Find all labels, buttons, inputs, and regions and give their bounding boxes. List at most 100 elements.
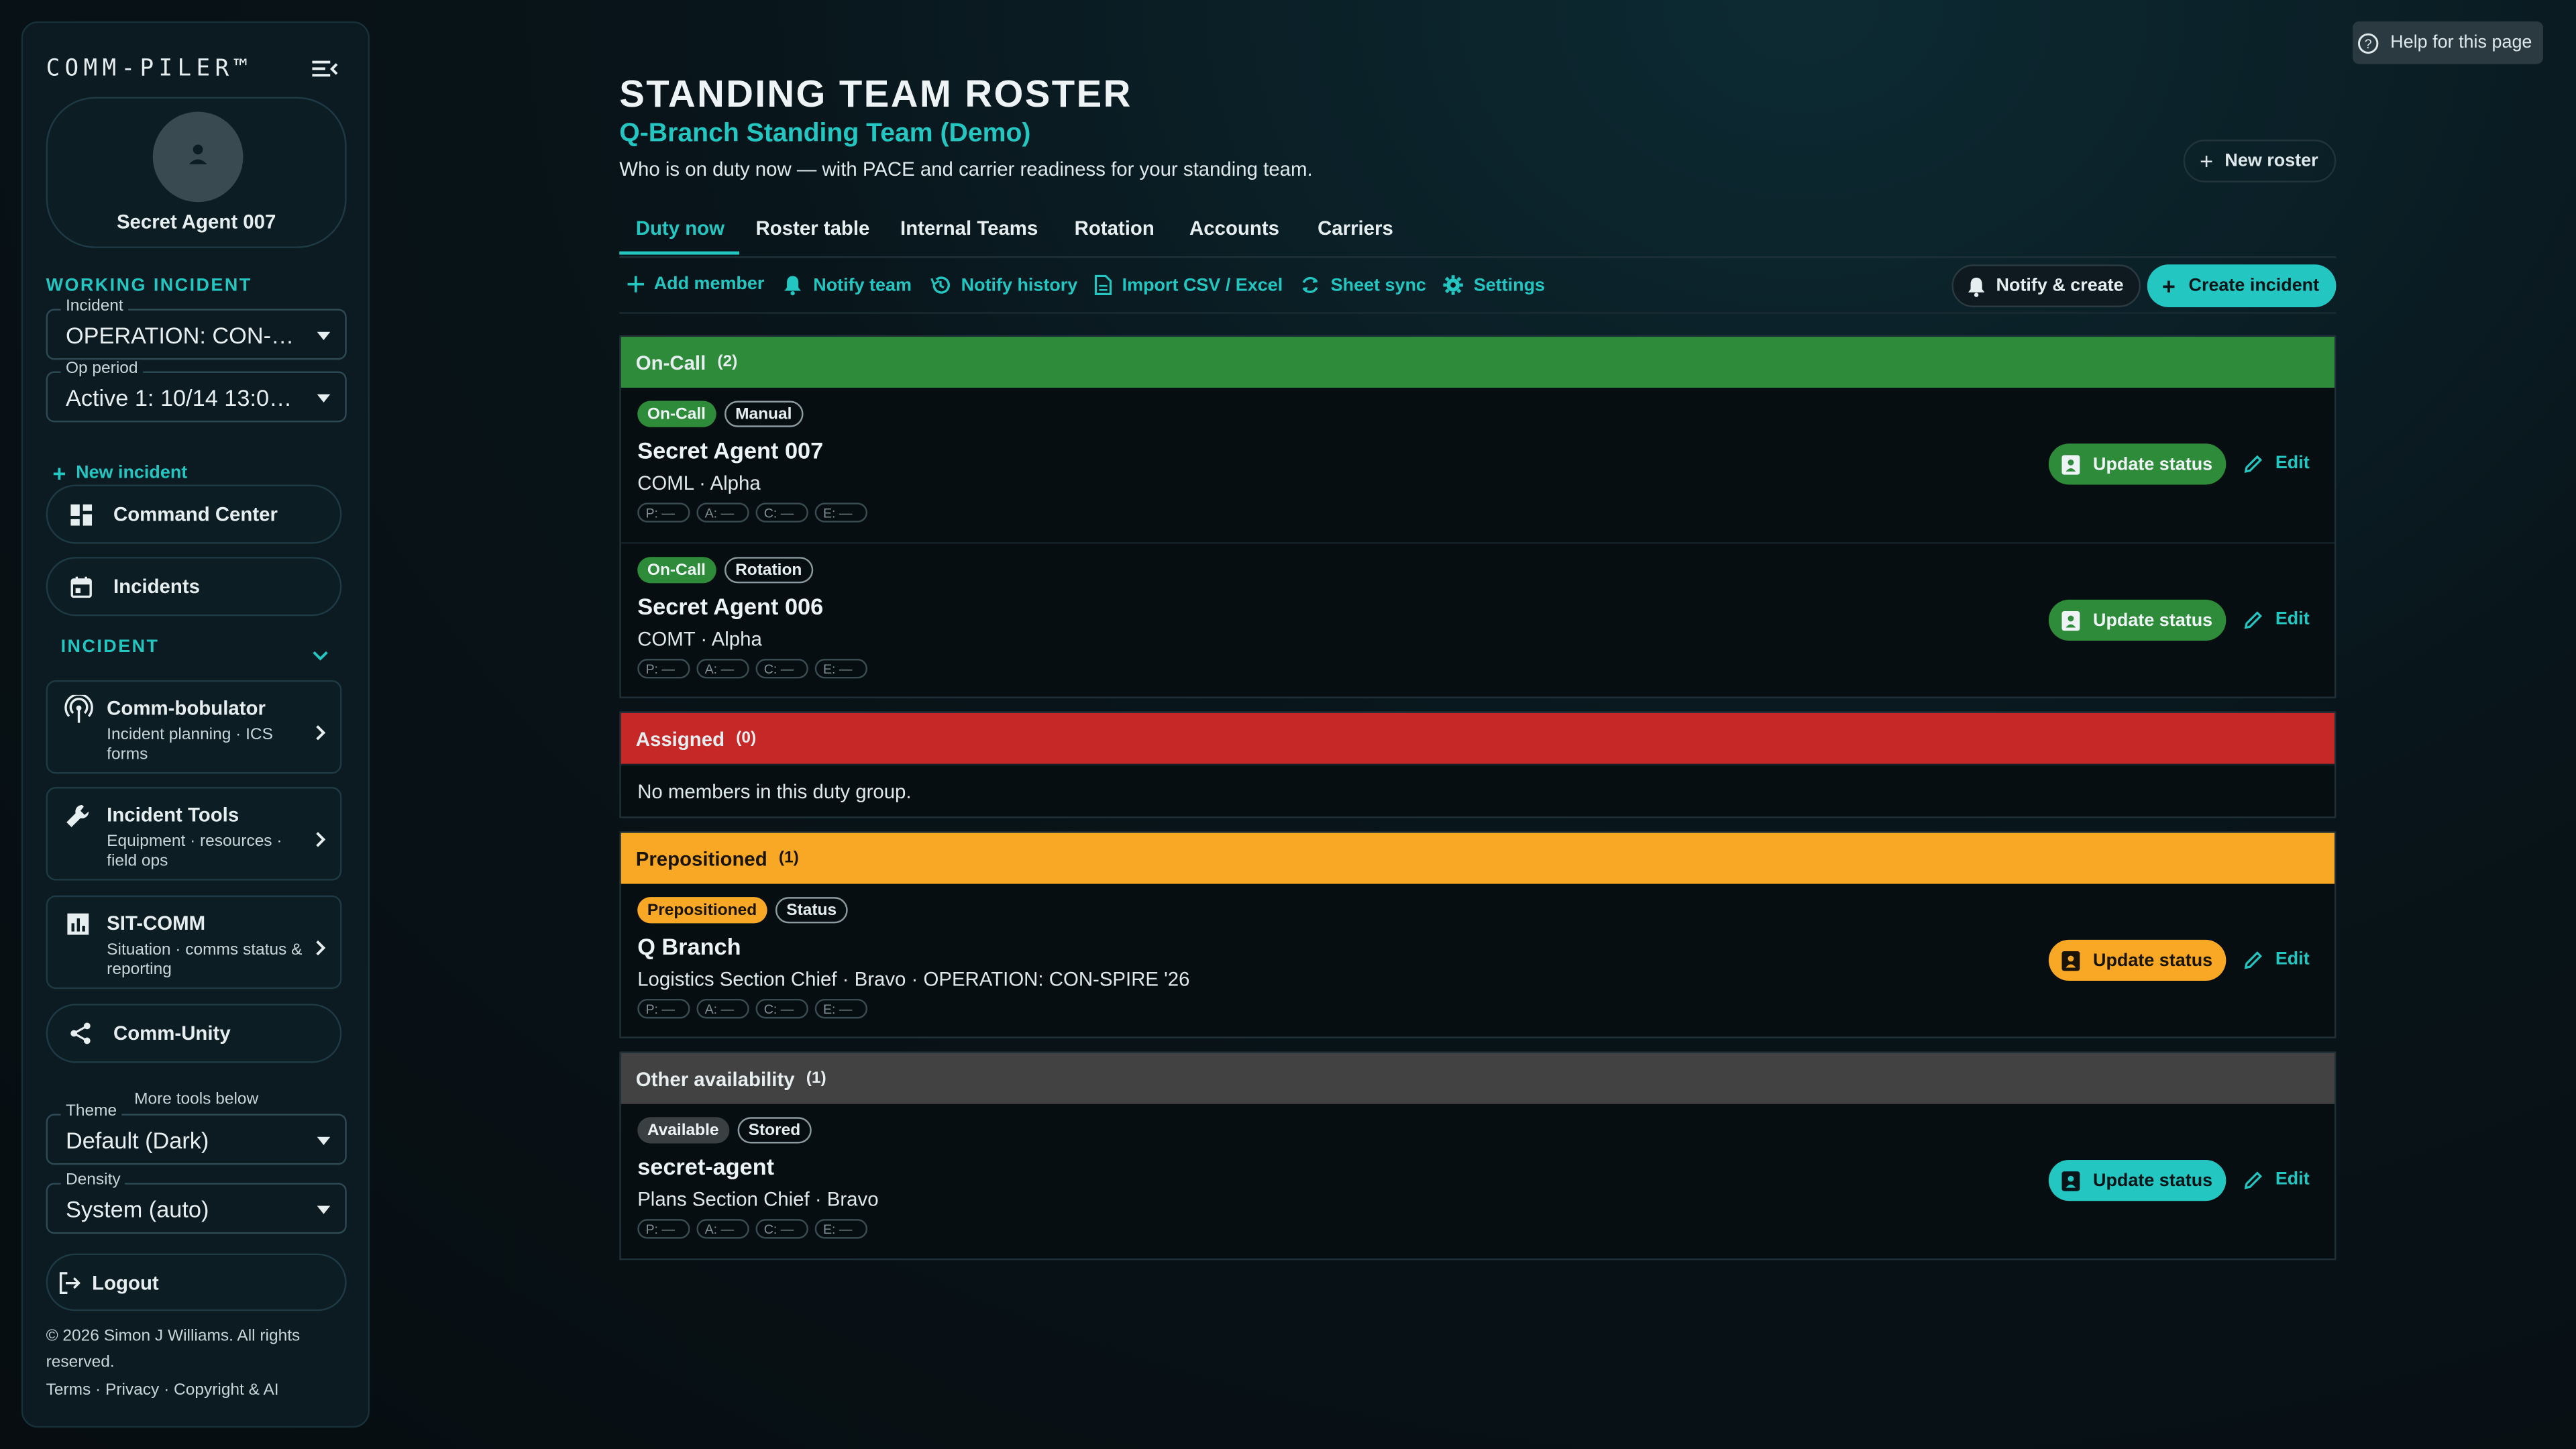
member-name: Secret Agent 007 xyxy=(637,437,824,464)
tool-title: Incident Tools xyxy=(107,803,239,826)
status-badge: Prepositioned xyxy=(637,897,767,924)
edit-button[interactable]: Edit xyxy=(2244,453,2310,474)
tab-roster-table[interactable]: Roster table xyxy=(756,217,870,239)
edit-button[interactable]: Edit xyxy=(2244,950,2310,969)
logout-button[interactable]: Logout xyxy=(46,1253,347,1311)
collapse-menu-icon[interactable] xyxy=(312,58,338,80)
notify-history-button[interactable]: Notify history xyxy=(930,274,1077,296)
badge-icon xyxy=(2061,1170,2080,1191)
pencil-icon xyxy=(2244,610,2263,629)
incident-select-label: Incident xyxy=(60,297,129,316)
new-roster-label: New roster xyxy=(2224,151,2318,171)
member-role: COML · Alpha xyxy=(637,471,761,495)
tool-sit-comm[interactable]: SIT-COMM Situation · comms status & repo… xyxy=(46,895,342,989)
group-name: On-Call xyxy=(635,350,706,374)
import-csv-button[interactable]: Import CSV / Excel xyxy=(1094,274,1283,296)
nav-comm-unity[interactable]: Comm-Unity xyxy=(46,1004,342,1063)
incident-section-toggle[interactable] xyxy=(312,641,328,670)
source-badge: Manual xyxy=(723,400,804,427)
page-subtitle: Q-Branch Standing Team (Demo) xyxy=(619,119,1031,148)
group-count: (0) xyxy=(736,729,757,748)
pace-emergency: E: — xyxy=(814,659,868,679)
member-role: Plans Section Chief · Bravo xyxy=(637,1187,879,1211)
tool-comm-bobulator[interactable]: Comm-bobulator Incident planning · ICS f… xyxy=(46,680,342,774)
notify-create-button[interactable]: Notify & create xyxy=(1951,264,2141,307)
new-incident-button[interactable]: + New incident xyxy=(52,460,187,486)
edit-button[interactable]: Edit xyxy=(2244,1170,2310,1189)
settings-button[interactable]: Settings xyxy=(1442,274,1545,296)
density-select[interactable]: Density System (auto) xyxy=(46,1171,347,1234)
profile-card[interactable]: Secret Agent 007 xyxy=(46,97,347,248)
group-header: Prepositioned (1) xyxy=(621,833,2335,884)
status-badge: On-Call xyxy=(637,400,716,427)
bar-chart-icon xyxy=(64,910,94,940)
tool-subtitle: Equipment · resources · field ops xyxy=(107,833,282,871)
pace-contingency: C: — xyxy=(755,998,808,1019)
copyright-text: © 2026 Simon J Williams. All rights rese… xyxy=(46,1327,301,1372)
antenna-icon xyxy=(64,693,94,724)
member-row: Prepositioned Status Q Branch Logistics … xyxy=(621,884,2334,1038)
pace-alternate: A: — xyxy=(696,502,749,523)
create-incident-button[interactable]: + Create incident xyxy=(2147,264,2337,307)
file-icon xyxy=(1094,274,1112,295)
pace-alternate: A: — xyxy=(696,1219,749,1239)
member-name: Q Branch xyxy=(637,933,741,960)
theme-select[interactable]: Theme Default (Dark) xyxy=(46,1102,347,1165)
new-roster-button[interactable]: + New roster xyxy=(2183,140,2337,182)
tab-duty-now[interactable]: Duty now xyxy=(636,217,724,239)
density-select-label: Density xyxy=(60,1171,126,1190)
source-badge: Status xyxy=(775,897,849,924)
nav-incidents[interactable]: Incidents xyxy=(46,557,342,616)
caret-down-icon xyxy=(317,1205,331,1214)
badge-icon xyxy=(2061,950,2080,971)
sheet-sync-button[interactable]: Sheet sync xyxy=(1299,274,1426,296)
bell-off-icon xyxy=(1968,276,1985,297)
group-header: Other availability (1) xyxy=(621,1053,2335,1104)
action-toolbar: Add member Notify team Notify history Im… xyxy=(619,263,2337,314)
update-status-button[interactable]: Update status xyxy=(2048,599,2226,641)
pace-indicators: P: — A: — C: — E: — xyxy=(637,998,868,1019)
update-status-button[interactable]: Update status xyxy=(2048,443,2226,485)
pace-emergency: E: — xyxy=(814,998,868,1019)
active-tab-indicator xyxy=(619,251,740,255)
pace-indicators: P: — A: — C: — E: — xyxy=(637,1219,868,1239)
update-status-button[interactable]: Update status xyxy=(2048,1159,2226,1201)
tab-carriers[interactable]: Carriers xyxy=(1318,217,1393,239)
tab-accounts[interactable]: Accounts xyxy=(1189,217,1279,239)
edit-button[interactable]: Edit xyxy=(2244,609,2310,629)
duty-group-prepositioned: Prepositioned (1) Prepositioned Status Q… xyxy=(619,831,2337,1038)
update-status-button[interactable]: Update status xyxy=(2048,939,2226,981)
notify-history-label: Notify history xyxy=(961,275,1078,295)
tool-title: SIT-COMM xyxy=(107,912,206,935)
bell-icon xyxy=(784,276,801,296)
update-status-label: Update status xyxy=(2093,950,2213,971)
tool-incident-tools[interactable]: Incident Tools Equipment · resources · f… xyxy=(46,787,342,881)
caret-down-icon xyxy=(317,1136,331,1145)
pace-primary: P: — xyxy=(637,659,690,679)
add-member-button[interactable]: Add member xyxy=(627,274,764,294)
tab-internal-teams[interactable]: Internal Teams xyxy=(900,217,1038,239)
legal-links[interactable]: Terms · Privacy · Copyright & AI xyxy=(46,1382,279,1400)
tab-bar: Duty now Roster table Internal Teams Rot… xyxy=(619,212,2337,258)
edit-label: Edit xyxy=(2275,453,2310,474)
op-period-select[interactable]: Op period Active 1: 10/14 13:00–... xyxy=(46,360,347,423)
pace-emergency: E: — xyxy=(814,502,868,523)
history-icon xyxy=(930,276,950,294)
pace-alternate: A: — xyxy=(696,659,749,679)
tool-subtitle: Incident planning · ICS forms xyxy=(107,726,273,764)
member-role: COMT · Alpha xyxy=(637,627,762,651)
incident-section-label: INCIDENT xyxy=(60,637,160,657)
nav-command-center[interactable]: Command Center xyxy=(46,484,342,544)
tab-rotation[interactable]: Rotation xyxy=(1075,217,1155,239)
sidebar: COMM-PILER™ Secret Agent 007 WORKING INC… xyxy=(21,21,370,1428)
edit-label: Edit xyxy=(2275,609,2310,629)
incident-select[interactable]: Incident OPERATION: CON-SP... xyxy=(46,297,347,360)
help-button[interactable]: ? Help for this page xyxy=(2352,21,2544,64)
badge-icon xyxy=(2061,610,2080,631)
pencil-icon xyxy=(2244,950,2263,969)
member-name: Secret Agent 006 xyxy=(637,593,824,620)
duty-group-on-call: On-Call (2) On-Call Manual Secret Agent … xyxy=(619,335,2337,698)
notify-team-button[interactable]: Notify team xyxy=(782,274,912,296)
pace-indicators: P: — A: — C: — E: — xyxy=(637,502,868,523)
pencil-icon xyxy=(2244,1171,2263,1189)
